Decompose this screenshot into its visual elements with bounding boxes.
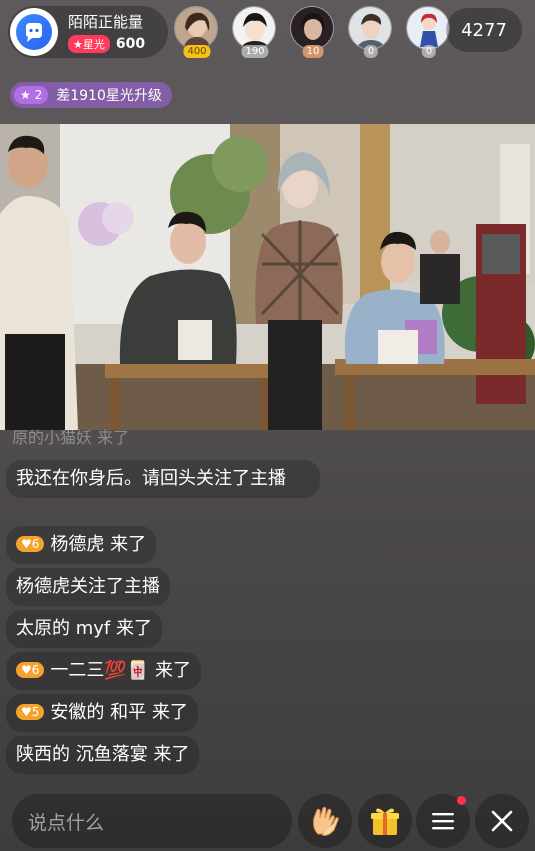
viewer-count-badge: 10	[302, 45, 324, 58]
top-viewers-list: 400 190 10 0 0	[174, 6, 464, 58]
close-icon	[491, 810, 513, 832]
fan-level-number: 5	[31, 705, 40, 719]
gift-icon	[371, 808, 399, 835]
level-number: 2	[34, 88, 43, 102]
fan-level-number: 6	[31, 537, 40, 551]
viewer-count-badge: 400	[183, 45, 211, 58]
fan-level-badge: ♥ 6	[16, 662, 45, 678]
heart-icon: ♥	[21, 663, 32, 677]
chat-input-placeholder: 说点什么	[28, 811, 105, 834]
level-badge: ★ 2	[14, 86, 49, 104]
host-info-pill[interactable]: 陌陌正能量 ★ 星光 600	[8, 6, 168, 58]
chat-message: 陕西的 沉鱼落宴 来了	[6, 736, 200, 774]
chat-message: 杨德虎关注了主播	[6, 568, 170, 606]
momo-logo-icon	[16, 14, 52, 50]
star-icon: ★	[73, 37, 83, 51]
chat-message-text: 杨德虎关注了主播	[16, 576, 160, 597]
total-viewers-count[interactable]: 4277	[446, 8, 522, 52]
chat-message-text: 我还在你身后。请回头关注了主播	[16, 468, 286, 489]
heart-icon: ♥	[21, 537, 32, 551]
chat-message-text: 杨德虎 来了	[50, 534, 147, 555]
heart-icon: ♥	[21, 705, 32, 719]
gift-button[interactable]	[358, 794, 412, 848]
viewer-count-badge: 190	[241, 45, 269, 58]
chat-message: ♥ 5 安徽的 和平 来了	[6, 694, 198, 732]
chat-message-text: 安徽的 和平 来了	[50, 702, 188, 723]
viewer-avatar[interactable]: 0	[348, 6, 394, 58]
star-icon: ★	[20, 88, 35, 102]
clap-button[interactable]	[298, 794, 352, 848]
chat-message: ♥ 6 杨德虎 来了	[6, 526, 157, 564]
chat-message: 我还在你身后。请回头关注了主播	[6, 460, 320, 498]
notification-dot	[457, 796, 466, 805]
chat-message: ♥ 6 一二三💯🀄 来了	[6, 652, 201, 690]
chat-message: 太原的 myf 来了	[6, 610, 162, 648]
viewer-count-badge: 0	[363, 45, 379, 58]
chat-input[interactable]: 说点什么	[12, 794, 292, 848]
chat-message-text: 一二三💯🀄 来了	[50, 660, 191, 681]
host-avatar[interactable]	[10, 8, 58, 56]
live-video-frame	[0, 124, 535, 430]
close-button[interactable]	[475, 794, 529, 848]
viewer-avatar[interactable]: 400	[174, 6, 220, 58]
chat-faded-line: 原的小猫妖 来了	[12, 428, 130, 447]
menu-icon	[432, 813, 454, 830]
host-name: 陌陌正能量	[68, 13, 144, 31]
chat-message-text: 陕西的 沉鱼落宴 来了	[16, 744, 190, 765]
star-level-progress[interactable]: ★ 2 差1910星光升级	[10, 82, 172, 108]
viewer-avatar[interactable]: 10	[290, 6, 336, 58]
menu-button[interactable]	[416, 794, 470, 848]
level-progress-text: 差1910星光升级	[56, 88, 162, 104]
viewer-count-badge: 0	[421, 45, 437, 58]
fan-level-badge: ♥ 5	[16, 704, 45, 720]
star-badge: ★ 星光	[68, 35, 110, 53]
fan-level-number: 6	[31, 663, 40, 677]
fan-level-badge: ♥ 6	[16, 536, 45, 552]
live-video[interactable]	[0, 124, 535, 430]
star-label: 星光	[82, 38, 105, 51]
clap-icon	[313, 806, 339, 836]
star-count: 600	[115, 36, 146, 52]
chat-message-text: 太原的 myf 来了	[16, 618, 152, 639]
viewer-avatar[interactable]: 190	[232, 6, 278, 58]
